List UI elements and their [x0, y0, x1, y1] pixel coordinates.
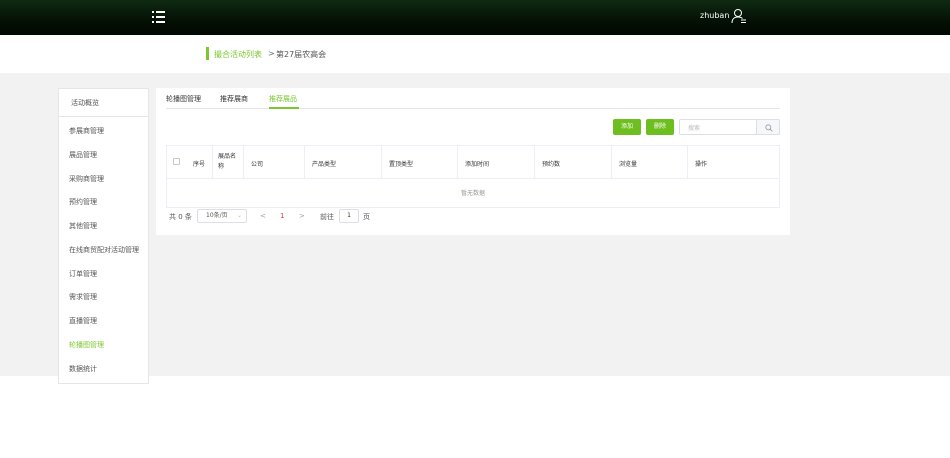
tab-recommended-products[interactable]: 推荐展品 — [269, 94, 297, 104]
select-all-checkbox[interactable] — [173, 158, 180, 165]
breadcrumb-bar — [0, 35, 950, 73]
search-icon — [765, 124, 773, 132]
breadcrumb-current: 第27届农高会 — [276, 50, 327, 59]
page-size-select[interactable]: 10条/页 ⌄ — [197, 209, 247, 223]
column-header: 公司 — [251, 161, 264, 168]
sidebar-item-buyers[interactable]: 采购商管理 — [69, 174, 104, 184]
column-divider — [304, 146, 305, 179]
column-divider — [243, 146, 244, 179]
chevron-down-icon: ⌄ — [236, 212, 242, 219]
column-header: 置顶类型 — [389, 161, 414, 168]
breadcrumb-link[interactable]: 撮合活动列表 — [214, 49, 262, 60]
sidebar-item-appointments[interactable]: 预约管理 — [69, 197, 97, 207]
menu-list-icon[interactable] — [152, 10, 165, 23]
sidebar-item-carousel[interactable]: 轮播图管理 — [69, 340, 104, 350]
add-button[interactable]: 添加 — [613, 119, 641, 135]
sidebar-item-orders[interactable]: 订单管理 — [69, 269, 97, 279]
sidebar: 活动概览 参展商管理 展品管理 采购商管理 预约管理 其他管理 在线商贸配对活动… — [58, 88, 149, 384]
top-header: zhuban — [0, 0, 950, 35]
sidebar-item-products[interactable]: 展品管理 — [69, 150, 97, 160]
tab-carousel[interactable]: 轮播图管理 — [166, 94, 201, 104]
user-icon[interactable] — [731, 8, 747, 24]
active-tab-indicator — [269, 107, 299, 109]
column-header: 序号 — [193, 161, 206, 168]
main-panel: 轮播图管理 推荐展商 推荐展品 添加 删除 搜索 序号 展品名称 公司 产品类型… — [156, 88, 790, 235]
sidebar-item-statistics[interactable]: 数据统计 — [69, 364, 97, 374]
delete-button[interactable]: 删除 — [646, 119, 674, 135]
breadcrumb-marker — [206, 47, 209, 60]
tab-recommended-exhibitors[interactable]: 推荐展商 — [220, 94, 248, 104]
username[interactable]: zhuban — [700, 11, 729, 20]
column-divider — [534, 146, 535, 179]
sidebar-item-exhibitors[interactable]: 参展商管理 — [69, 126, 104, 136]
column-divider — [687, 146, 688, 179]
sidebar-header[interactable]: 活动概览 — [59, 89, 148, 117]
sidebar-item-live[interactable]: 直播管理 — [69, 316, 97, 326]
goto-suffix: 页 — [363, 213, 370, 221]
column-divider — [212, 146, 213, 179]
current-page-number[interactable]: 1 — [280, 212, 284, 220]
pagination-total: 共 0 条 — [169, 213, 192, 221]
column-header: 产品类型 — [312, 161, 337, 168]
empty-table-message: 暂无数据 — [460, 190, 485, 197]
column-header: 操作 — [695, 161, 708, 168]
search-input[interactable]: 搜索 — [679, 119, 757, 135]
column-divider — [381, 146, 382, 179]
column-divider — [457, 146, 458, 179]
products-table: 序号 展品名称 公司 产品类型 置顶类型 添加时间 预约数 浏览量 操作 暂无数… — [166, 145, 780, 208]
page-size-value: 10条/页 — [206, 212, 228, 219]
column-header: 添加时间 — [465, 161, 490, 168]
tab-divider — [166, 108, 780, 109]
sidebar-item-demands[interactable]: 需求管理 — [69, 292, 97, 302]
goto-label: 前往 — [320, 213, 334, 221]
search-placeholder: 搜索 — [688, 125, 701, 132]
search-button[interactable] — [756, 119, 780, 135]
column-header: 展品名称 — [218, 153, 237, 170]
column-header: 浏览量 — [619, 161, 638, 168]
sidebar-item-online-matching[interactable]: 在线商贸配对活动管理 — [69, 245, 139, 255]
column-header: 预约数 — [542, 161, 561, 168]
table-header-row: 序号 展品名称 公司 产品类型 置顶类型 添加时间 预约数 浏览量 操作 — [167, 146, 779, 179]
prev-page-button[interactable]: < — [260, 212, 266, 220]
column-divider — [611, 146, 612, 179]
goto-page-input[interactable]: 1 — [339, 209, 359, 223]
sidebar-item-other[interactable]: 其他管理 — [69, 221, 97, 231]
next-page-button[interactable]: > — [299, 212, 305, 220]
breadcrumb-separator: > — [268, 49, 275, 58]
